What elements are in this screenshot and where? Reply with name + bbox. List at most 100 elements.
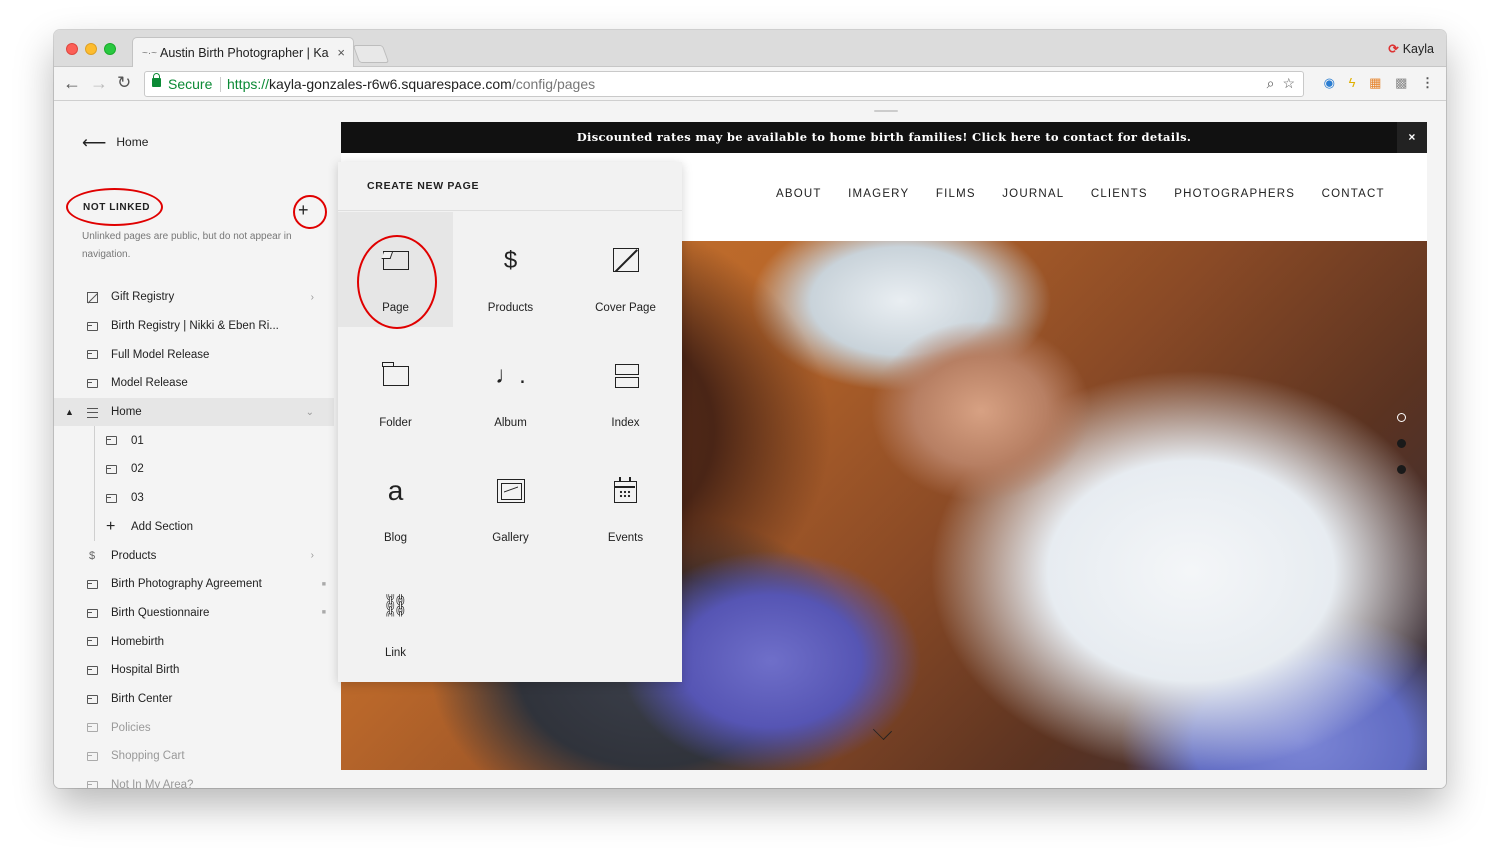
tile-folder[interactable]: Folder (338, 327, 453, 442)
nav-link-films[interactable]: FILMS (936, 188, 976, 200)
banner-close-button[interactable]: × (1397, 122, 1427, 153)
index-icon (568, 361, 683, 391)
back-home-link[interactable]: ⟵ Home (82, 133, 148, 153)
nav-link-contact[interactable]: CONTACT (1322, 188, 1385, 200)
zoom-icon[interactable]: ⌕ (1267, 75, 1275, 91)
back-arrow-icon: ⟵ (82, 133, 107, 152)
tile-link[interactable]: ⛓ Link (338, 557, 453, 672)
tile-label: Folder (379, 417, 412, 429)
banner-text: Discounted rates may be available to hom… (576, 130, 1192, 144)
section-item-01[interactable]: 01 (54, 426, 334, 455)
page-item-birth-questionnaire[interactable]: Birth Questionnaire ■ (54, 599, 334, 628)
page-item-full-model-release[interactable]: Full Model Release (54, 340, 334, 369)
slide-dot[interactable] (1397, 413, 1406, 422)
page-label: Home (111, 406, 142, 419)
section-item-02[interactable]: 02 (54, 455, 334, 484)
page-item-birth-photography-agreement[interactable]: Birth Photography Agreement ■ (54, 570, 334, 599)
tile-index[interactable]: Index (568, 327, 683, 442)
page-label: Model Release (111, 377, 188, 390)
page-item-birth-center[interactable]: Birth Center (54, 685, 334, 714)
tile-label: Album (494, 417, 527, 429)
page-label: Birth Questionnaire (111, 606, 210, 619)
page-icon (87, 379, 98, 389)
address-bar[interactable]: Secure https://kayla-gonzales-r6w6.squar… (144, 71, 1304, 97)
back-arrow-icon[interactable]: ← (63, 73, 81, 94)
drag-handle[interactable] (874, 110, 898, 112)
extension-bolt-icon[interactable]: ϟ (1349, 75, 1356, 90)
reload-icon[interactable]: ↻ (117, 73, 131, 93)
add-section-button[interactable]: + Add Section (54, 513, 334, 542)
page-item-policies[interactable]: Policies (54, 713, 334, 742)
section-label: 03 (131, 492, 144, 505)
page-item-model-release[interactable]: Model Release (54, 369, 334, 398)
page-item-products[interactable]: $ Products › (54, 541, 334, 570)
music-note-icon: ♩. (495, 362, 526, 389)
tile-album[interactable]: ♩. Album (453, 327, 568, 442)
app-content: ⟵ Home NOT LINKED + Unlinked pages are pu… (54, 102, 1446, 788)
page-item-hospital-birth[interactable]: Hospital Birth (54, 656, 334, 685)
plus-icon: + (106, 517, 116, 535)
page-item-home[interactable]: ▲ Home ⌄ (54, 397, 334, 427)
secure-label: Secure (168, 76, 213, 92)
tile-label: Link (384, 647, 407, 659)
url-scheme: https:// (227, 76, 270, 92)
tile-blog[interactable]: a Blog (338, 442, 453, 557)
url-host: kayla-gonzales-r6w6.squarespace.com (269, 76, 512, 92)
tile-cover-page[interactable]: Cover Page (568, 212, 683, 327)
tile-label: Products (487, 302, 534, 314)
nav-link-clients[interactable]: CLIENTS (1091, 188, 1148, 200)
home-icon: ▲ (65, 407, 74, 418)
close-window-button[interactable] (66, 43, 78, 55)
tile-label: Blog (383, 532, 408, 544)
pages-sidebar: ⟵ Home NOT LINKED + Unlinked pages are pu… (54, 102, 334, 788)
panel-title: CREATE NEW PAGE (338, 162, 682, 211)
page-label: Birth Photography Agreement (111, 578, 262, 591)
chevron-right-icon: › (310, 291, 314, 303)
announcement-banner[interactable]: Discounted rates may be available to hom… (341, 122, 1427, 153)
forward-arrow-icon[interactable]: → (90, 73, 108, 94)
slide-dot[interactable] (1397, 465, 1406, 474)
menu-dots-icon[interactable]: ⋮ (1421, 75, 1434, 91)
page-icon (87, 752, 98, 761)
tile-products[interactable]: $ Products (453, 212, 568, 327)
page-item-gift-registry[interactable]: Gift Registry › (54, 283, 334, 312)
dollar-icon: $ (503, 247, 518, 274)
bookmark-star-icon[interactable]: ☆ (1282, 75, 1295, 91)
extension-grid-icon[interactable]: ▩ (1395, 75, 1407, 91)
nav-link-photographers[interactable]: PHOTOGRAPHERS (1174, 188, 1295, 200)
page-label: Hospital Birth (111, 664, 180, 677)
profile-button[interactable]: ⟳ Kayla (1388, 41, 1434, 56)
slide-dot[interactable] (1397, 439, 1406, 448)
extension-globe-icon[interactable]: ◉ (1324, 75, 1335, 91)
section-item-03[interactable]: 03 (54, 484, 334, 513)
page-icon (106, 465, 117, 475)
page-item-birth-registry[interactable]: Birth Registry | Nikki & Eben Ri... (54, 312, 334, 341)
dollar-icon: $ (88, 549, 96, 562)
nav-link-journal[interactable]: JOURNAL (1002, 188, 1064, 200)
tile-label: Gallery (492, 532, 529, 544)
nav-link-about[interactable]: ABOUT (776, 188, 822, 200)
page-item-shopping-cart[interactable]: Shopping Cart (54, 742, 334, 771)
tab-close-icon[interactable]: × (337, 45, 345, 60)
minimize-window-button[interactable] (85, 43, 97, 55)
tile-events[interactable]: Events (568, 442, 683, 557)
page-list: Gift Registry › Birth Registry | Nikki &… (54, 283, 334, 788)
create-new-page-panel: CREATE NEW PAGE Page $ Products Cover Pa… (338, 162, 682, 682)
page-icon (87, 723, 98, 733)
browser-tab[interactable]: ~·~ Austin Birth Photographer | Ka × (132, 37, 354, 68)
scroll-down-chevron-icon[interactable] (871, 723, 893, 745)
tab-title: Austin Birth Photographer | Ka (160, 46, 329, 60)
nav-link-imagery[interactable]: IMAGERY (848, 188, 909, 200)
annotation-ellipse (66, 188, 163, 226)
extension-calendar-icon[interactable]: ▦ (1369, 75, 1381, 91)
tile-label: Cover Page (595, 302, 656, 314)
slide-indicators (1397, 413, 1407, 491)
link-icon: ⛓ (381, 593, 410, 618)
new-tab-button[interactable] (352, 45, 390, 63)
tile-gallery[interactable]: Gallery (453, 442, 568, 557)
maximize-window-button[interactable] (104, 43, 116, 55)
page-icon (87, 665, 98, 675)
page-item-homebirth[interactable]: Homebirth (54, 627, 334, 656)
calendar-icon (568, 476, 683, 506)
page-item-not-in-my-area[interactable]: Not In My Area? (54, 771, 334, 788)
